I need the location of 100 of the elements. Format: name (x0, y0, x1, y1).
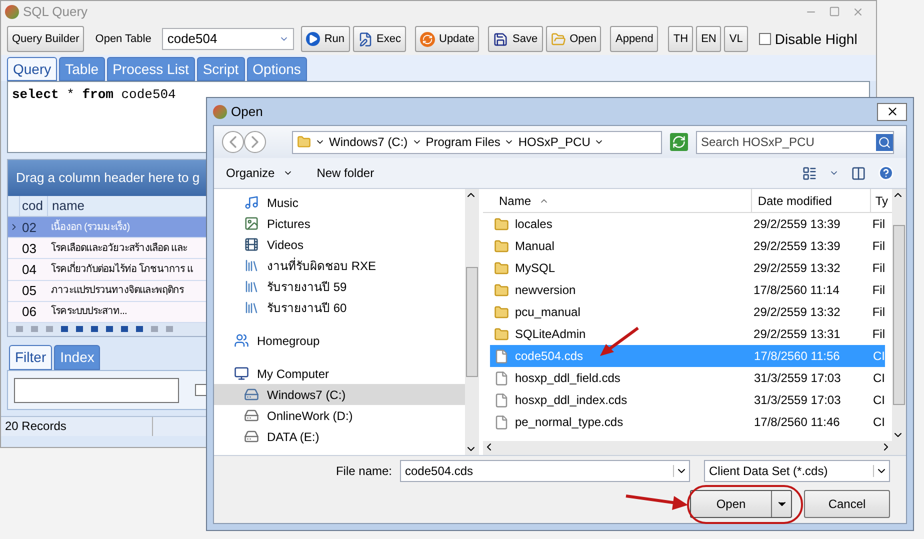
file-type: CI (873, 392, 885, 409)
table-cell: โรคเกี่ยวกับต่อมไร้ท่อ โภชนาการ แ (48, 262, 196, 278)
open-button[interactable]: Open (690, 490, 792, 518)
file-name-field[interactable]: code504.cds (400, 460, 690, 482)
toolbar-button[interactable]: Run (301, 26, 350, 52)
nav-item[interactable]: My Computer (214, 363, 465, 384)
query-text: select* from code504 (12, 87, 176, 102)
checkbox[interactable] (195, 384, 207, 396)
library-icon (244, 279, 259, 294)
search-field[interactable]: Search HOSxP_PCU (696, 130, 894, 154)
file-type: Fil (872, 260, 885, 277)
language-button[interactable]: EN (696, 26, 722, 52)
table-cell-text: 03 (21, 240, 38, 258)
file-name: MySQL (515, 260, 556, 277)
tab[interactable]: Query (7, 57, 58, 81)
language-button[interactable]: TH (668, 26, 694, 52)
file-type: Fil (872, 282, 885, 299)
nav-item[interactable]: Videos (214, 234, 465, 255)
folder-icon (494, 326, 509, 342)
file-row[interactable]: pe_normal_type.cds 17/8/2560 11:46 CI (490, 411, 885, 433)
file-row[interactable]: MySQL 29/2/2559 13:32 Fil (490, 257, 885, 279)
address-bar[interactable]: Windows7 (C:) Program Files HOSxP_PCU (292, 130, 662, 154)
disable-highlight-checkbox[interactable]: Disable Highl (758, 28, 858, 50)
file-row[interactable]: locales 29/2/2559 13:39 Fil (490, 213, 885, 235)
nav-item[interactable]: รับรายงานปี 59 (214, 276, 465, 297)
toolbar-button[interactable]: Update (415, 26, 480, 52)
table-combo[interactable]: code504 (162, 28, 294, 50)
file-name: hosxp_ddl_field.cds (515, 370, 620, 387)
file-name: pcu_manual (515, 304, 580, 321)
new-folder-button[interactable]: New folder (316, 164, 374, 182)
query-builder-button[interactable]: Query Builder (7, 26, 84, 52)
file-type: CI (873, 348, 885, 365)
film-icon (244, 237, 259, 252)
file-name: Manual (515, 238, 554, 255)
breadcrumb-item[interactable]: HOSxP_PCU (518, 133, 590, 151)
nav-item[interactable]: DATA (E:) (214, 426, 465, 447)
preview-pane-icon[interactable] (851, 166, 866, 180)
breadcrumb-item[interactable]: Program Files (426, 133, 500, 151)
back-icon[interactable] (222, 131, 244, 153)
window-title: SQL Query (23, 3, 88, 22)
file-name: hosxp_ddl_index.cds (515, 392, 628, 409)
folder-icon (494, 216, 509, 232)
file-row[interactable]: newversion 17/8/2560 11:14 Fil (490, 279, 885, 301)
scroll-thumb[interactable] (893, 225, 905, 405)
forward-icon[interactable] (244, 131, 266, 153)
toolbar-button[interactable]: Append (610, 26, 658, 52)
file-row[interactable]: Manual 29/2/2559 13:39 Fil (490, 235, 885, 257)
filter-field[interactable] (14, 378, 179, 402)
language-button[interactable]: VL (724, 26, 748, 52)
computer-icon (234, 366, 249, 381)
picture-icon (244, 216, 259, 231)
close-icon (886, 105, 898, 118)
nav-item[interactable]: รับรายงานปี 60 (214, 297, 465, 318)
help-icon[interactable] (878, 165, 894, 181)
dialog-title: Open (231, 102, 263, 121)
annotation-arrow (624, 492, 690, 512)
folder-icon (297, 135, 311, 149)
table-cell-text: 04 (21, 260, 38, 279)
refresh-icon[interactable] (670, 133, 688, 151)
nav-item[interactable]: งานที่รับผิดชอบ RXE (214, 255, 465, 276)
open-table-label: Open Table (94, 32, 152, 47)
nav-item[interactable]: OnlineWork (D:) (214, 405, 465, 426)
tab[interactable]: Filter (9, 345, 52, 370)
scroll-thumb[interactable] (466, 267, 478, 377)
back-forward-buttons[interactable] (222, 131, 266, 153)
file-type: CI (873, 414, 885, 431)
dialog-button[interactable]: Cancel (804, 490, 890, 518)
column-header[interactable]: Date modified (752, 189, 872, 212)
file-row[interactable]: hosxp_ddl_field.cds 31/3/2559 17:03 CI (490, 367, 885, 389)
file-name: SQLiteAdmin (515, 326, 586, 343)
table-cell-text: เนื้องอก (รวมมะเร็ง) (50, 220, 131, 235)
nav-item[interactable]: Pictures (214, 213, 465, 234)
file-row[interactable]: SQLiteAdmin 29/2/2559 13:31 Fil (490, 323, 885, 345)
people-icon (234, 333, 249, 348)
drive-icon (244, 429, 259, 444)
file-name: newversion (515, 282, 576, 299)
nav-item[interactable]: Homegroup (214, 330, 465, 351)
column-header[interactable]: Name (483, 189, 752, 212)
column-header[interactable]: Ty (871, 189, 892, 212)
toolbar-button[interactable]: Exec (352, 26, 406, 52)
file-name-label: File name: (336, 463, 392, 480)
close-button[interactable] (877, 102, 907, 120)
file-row[interactable]: hosxp_ddl_index.cds 31/3/2559 17:03 CI (490, 389, 885, 411)
toolbar-button[interactable]: Save (488, 26, 543, 52)
file-date: 29/2/2559 13:39 (752, 216, 842, 233)
column-header: name (51, 197, 86, 216)
file-date: 31/3/2559 17:03 (753, 370, 842, 387)
view-icon[interactable] (802, 166, 817, 180)
library-icon (244, 300, 259, 315)
table-cell-text: 05 (21, 282, 38, 300)
file-row[interactable]: pcu_manual 29/2/2559 13:32 Fil (490, 301, 885, 323)
organize-menu[interactable]: Organize (226, 164, 293, 182)
breadcrumb-item[interactable]: Windows7 (C:) (329, 133, 408, 151)
nav-item[interactable]: Windows7 (C:) (214, 384, 465, 405)
search-icon (876, 134, 893, 150)
nav-item[interactable]: Music (214, 192, 465, 213)
file-type-dropdown[interactable]: Client Data Set (*.cds) (704, 460, 890, 482)
file-date: 31/3/2559 17:03 (753, 392, 842, 409)
toolbar-button[interactable]: Open (546, 26, 602, 52)
file-date: 17/8/2560 11:46 (753, 414, 841, 431)
